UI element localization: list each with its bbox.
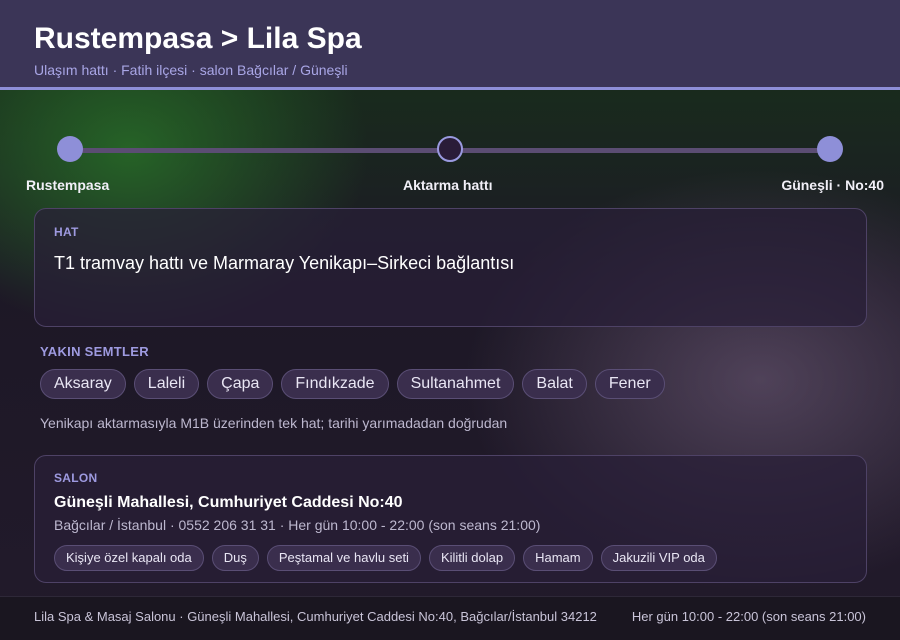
page-header: Rustempasa > Lila Spa Ulaşım hattı · Fat… — [0, 0, 900, 90]
route-stop-end-dot[interactable] — [817, 136, 843, 162]
nearby-chip[interactable]: Fındıkzade — [281, 369, 389, 399]
route-stop-transfer-label: Aktarma hattı — [403, 177, 493, 193]
amenity-list: Kişiye özel kapalı oda Duş Peştamal ve h… — [54, 545, 717, 571]
amenity-tag: Peştamal ve havlu seti — [266, 545, 421, 571]
route-timeline: Rustempasa Aktarma hattı Güneşli · No:40 — [0, 120, 900, 200]
salon-card: SALON Güneşli Mahallesi, Cumhuriyet Cadd… — [34, 455, 867, 583]
footer-address: Lila Spa & Masaj Salonu · Güneşli Mahall… — [34, 609, 597, 624]
route-stop-transfer-dot[interactable] — [437, 136, 463, 162]
nearby-chip-list: Aksaray Laleli Çapa Fındıkzade Sultanahm… — [40, 369, 665, 399]
nearby-chip[interactable]: Sultanahmet — [396, 369, 515, 399]
amenity-tag: Kişiye özel kapalı oda — [54, 545, 204, 571]
route-stop-start-label: Rustempasa — [26, 177, 110, 193]
amenity-tag: Jakuzili VIP oda — [600, 545, 717, 571]
nearby-chip[interactable]: Balat — [522, 369, 587, 399]
nearby-label: YAKIN SEMTLER — [40, 344, 149, 359]
footer-hours: Her gün 10:00 - 22:00 (son seans 21:00) — [631, 609, 866, 624]
nearby-chip[interactable]: Çapa — [207, 369, 274, 399]
salon-card-label: SALON — [54, 471, 98, 485]
nearby-chip[interactable]: Aksaray — [40, 369, 126, 399]
nearby-note: Yenikapı aktarmasıyla M1B üzerinden tek … — [40, 415, 508, 431]
route-stop-start-dot[interactable] — [57, 136, 83, 162]
line-description: T1 tramvay hattı ve Marmaray Yenikapı–Si… — [54, 253, 515, 273]
nearby-chip[interactable]: Fener — [594, 369, 665, 399]
page-title: Rustempasa > Lila Spa — [34, 22, 362, 55]
page-footer: Lila Spa & Masaj Salonu · Güneşli Mahall… — [0, 596, 900, 640]
salon-meta: Bağcılar / İstanbul · 0552 206 31 31 · H… — [54, 517, 541, 533]
line-card-label: HAT — [54, 225, 79, 239]
route-stop-end-label: Güneşli · No:40 — [781, 177, 884, 193]
amenity-tag: Hamam — [523, 545, 593, 571]
nearby-chip[interactable]: Laleli — [133, 369, 200, 399]
amenity-tag: Kilitli dolap — [428, 545, 516, 571]
amenity-tag: Duş — [211, 545, 259, 571]
line-card: HAT T1 tramvay hattı ve Marmaray Yenikap… — [34, 208, 867, 327]
page-subtitle: Ulaşım hattı · Fatih ilçesi · salon Bağc… — [34, 62, 348, 78]
salon-address: Güneşli Mahallesi, Cumhuriyet Caddesi No… — [54, 494, 403, 511]
